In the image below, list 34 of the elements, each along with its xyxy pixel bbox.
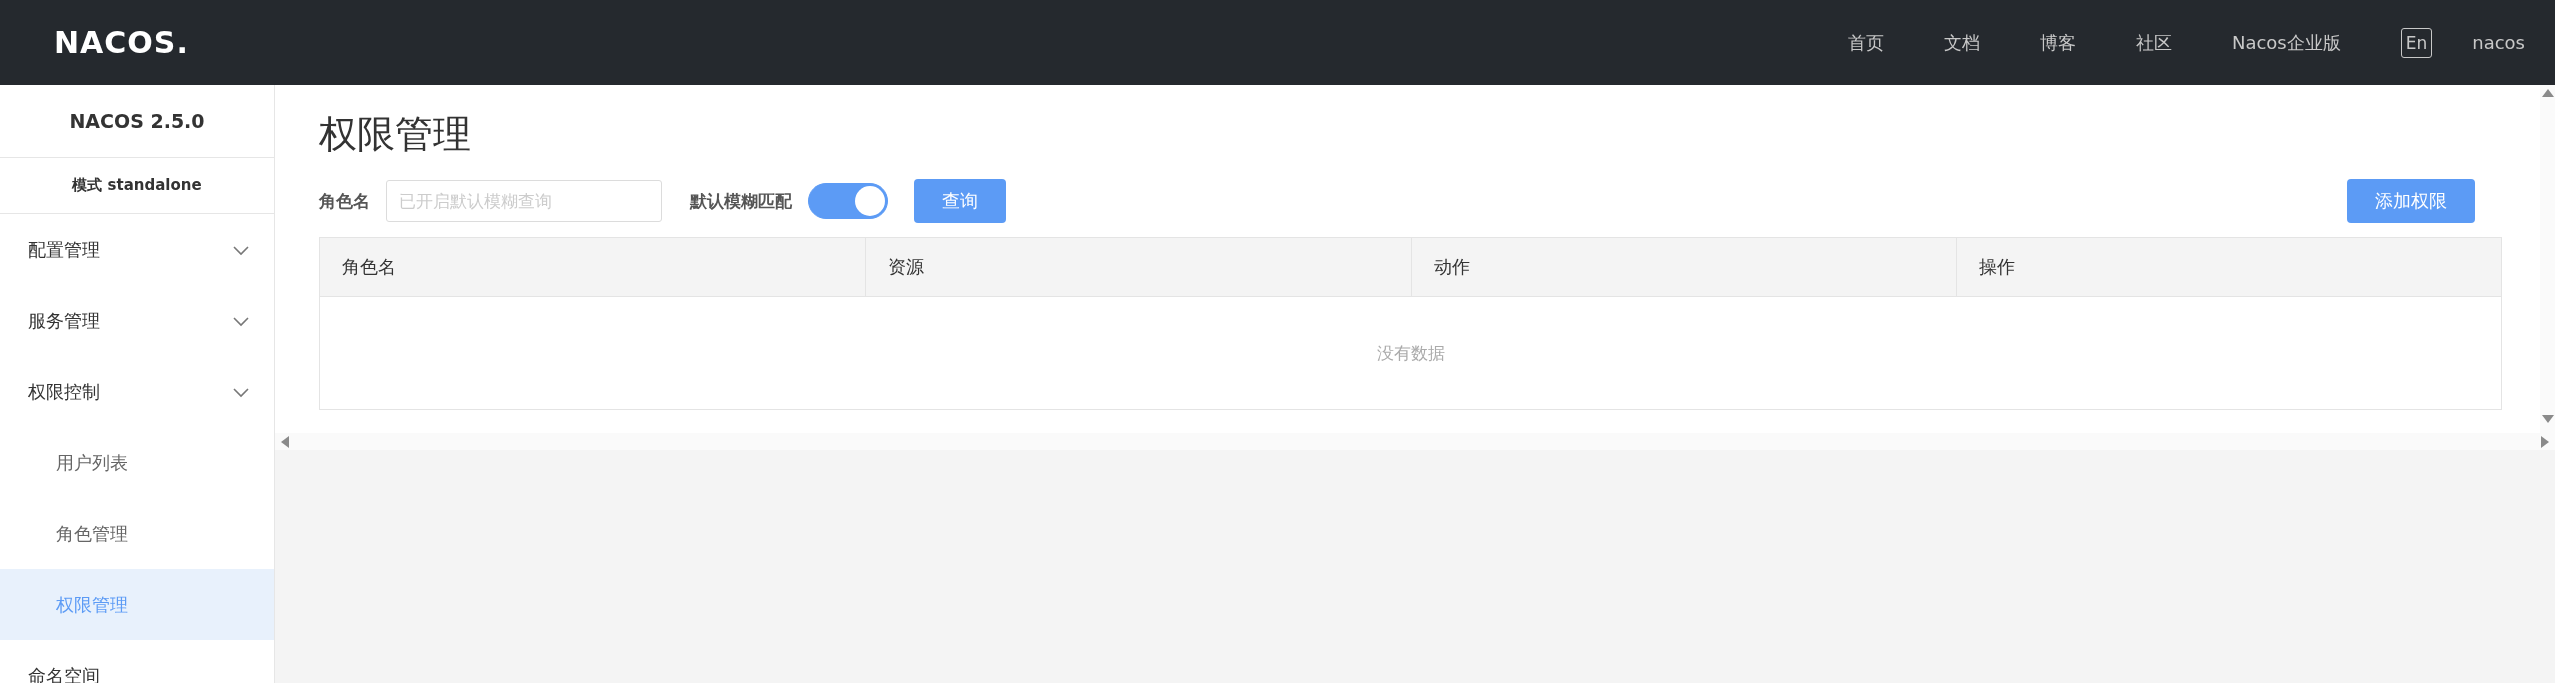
chevron-icon: [232, 314, 250, 327]
chevron-icon: [232, 243, 250, 256]
menu-item[interactable]: 服务管理: [0, 285, 274, 356]
scroll-left-icon[interactable]: [281, 435, 289, 448]
vertical-scrollbar[interactable]: [2540, 85, 2555, 433]
nav-link[interactable]: 文档: [1913, 30, 2010, 55]
column-header: 操作: [1955, 238, 2501, 296]
nacos-logo[interactable]: NACOS.: [54, 25, 189, 60]
column-header: 动作: [1410, 238, 1956, 296]
submenu-item[interactable]: 角色管理: [0, 498, 274, 569]
column-header: 资源: [865, 238, 1411, 296]
empty-message: 没有数据: [1376, 341, 1445, 365]
chevron-icon: [232, 385, 250, 398]
fuzzy-toggle[interactable]: [808, 183, 888, 219]
version-title: NACOS 2.5.0: [0, 85, 274, 158]
language-button[interactable]: En: [2400, 27, 2433, 58]
scroll-up-icon[interactable]: [2541, 89, 2554, 97]
nav-link[interactable]: Nacos企业版: [2201, 30, 2371, 55]
nav-link[interactable]: 首页: [1817, 30, 1914, 55]
scroll-down-icon[interactable]: [2541, 415, 2554, 423]
nav-link[interactable]: 社区: [2105, 30, 2202, 55]
page-title: 权限管理: [319, 111, 472, 158]
column-header: 角色名: [341, 255, 397, 279]
menu-item[interactable]: 权限控制: [0, 356, 274, 427]
menu-item[interactable]: 命名空间: [0, 640, 274, 683]
submenu-item[interactable]: 用户列表: [0, 427, 274, 498]
user-name[interactable]: nacos: [2472, 32, 2525, 53]
nav-link[interactable]: 博客: [2009, 30, 2106, 55]
fuzzy-label: 默认模糊匹配: [690, 189, 792, 213]
mode-label: 模式 standalone: [0, 158, 274, 214]
horizontal-scrollbar[interactable]: [275, 433, 2555, 450]
filter-label: 角色名: [319, 189, 370, 213]
scroll-right-icon[interactable]: [2541, 435, 2549, 448]
menu-item[interactable]: 配置管理: [0, 214, 274, 285]
